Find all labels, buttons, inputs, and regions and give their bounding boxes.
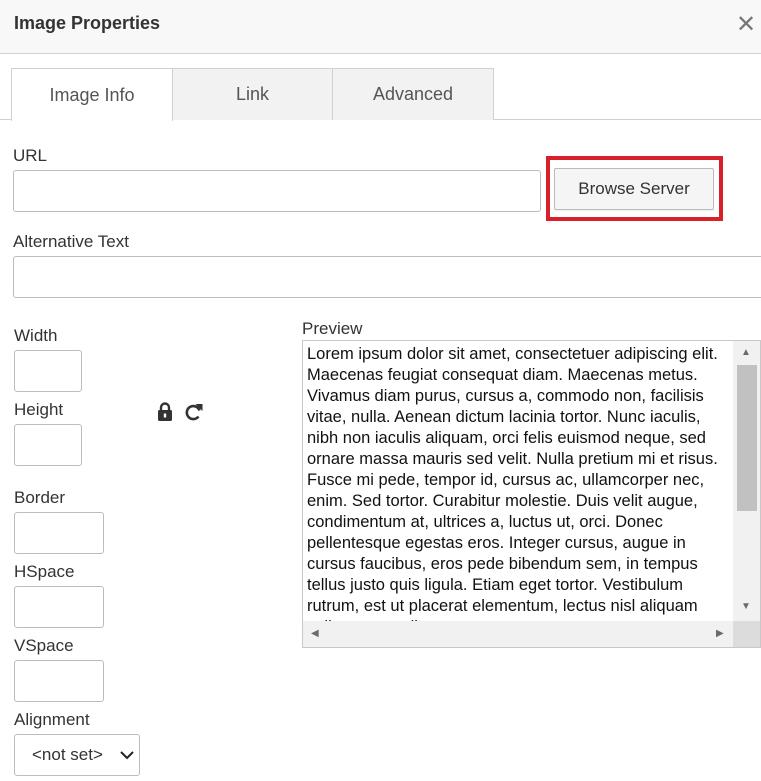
hspace-input[interactable] bbox=[14, 586, 104, 628]
url-label: URL bbox=[13, 146, 48, 165]
scroll-down-arrow-icon[interactable]: ▼ bbox=[741, 602, 751, 612]
width-label: Width bbox=[14, 326, 58, 345]
alignment-select[interactable]: <not set> bbox=[14, 734, 140, 776]
hspace-label: HSpace bbox=[14, 562, 75, 581]
dialog-titlebar: Image Properties ✕ bbox=[0, 0, 761, 54]
border-label: Border bbox=[14, 488, 66, 507]
dialog-title: Image Properties bbox=[14, 13, 161, 33]
width-input[interactable] bbox=[14, 350, 82, 392]
chevron-down-icon bbox=[119, 747, 135, 763]
preview-frame[interactable]: Lorem ipsum dolor sit amet, consectetuer… bbox=[302, 340, 761, 648]
preview-label: Preview bbox=[302, 319, 363, 338]
tab-image-info[interactable]: Image Info bbox=[11, 68, 173, 121]
reset-size-icon[interactable] bbox=[183, 401, 205, 423]
preview-scrollbar-thumb[interactable] bbox=[737, 365, 757, 511]
tab-link[interactable]: Link bbox=[172, 68, 333, 120]
scroll-right-arrow-icon[interactable]: ▶ bbox=[716, 629, 724, 639]
alt-text-label: Alternative Text bbox=[13, 232, 129, 251]
border-input[interactable] bbox=[14, 512, 104, 554]
height-label: Height bbox=[14, 400, 64, 419]
url-input[interactable] bbox=[13, 170, 541, 212]
alignment-label: Alignment bbox=[14, 710, 90, 729]
preview-text: Lorem ipsum dolor sit amet, consectetuer… bbox=[307, 345, 718, 622]
browse-server-button[interactable]: Browse Server bbox=[554, 168, 714, 210]
scrollbar-corner bbox=[733, 621, 760, 647]
tab-advanced[interactable]: Advanced bbox=[332, 68, 494, 120]
alt-text-input[interactable] bbox=[13, 256, 761, 298]
lock-icon[interactable] bbox=[154, 401, 176, 423]
height-input[interactable] bbox=[14, 424, 82, 466]
scroll-up-arrow-icon[interactable]: ▲ bbox=[741, 348, 751, 358]
close-icon[interactable]: ✕ bbox=[733, 12, 759, 38]
preview-horizontal-scrollbar[interactable] bbox=[303, 621, 733, 647]
vspace-input[interactable] bbox=[14, 660, 104, 702]
alignment-selected-value: <not set> bbox=[32, 745, 103, 764]
vspace-label: VSpace bbox=[14, 636, 74, 655]
scroll-left-arrow-icon[interactable]: ◀ bbox=[311, 629, 319, 639]
